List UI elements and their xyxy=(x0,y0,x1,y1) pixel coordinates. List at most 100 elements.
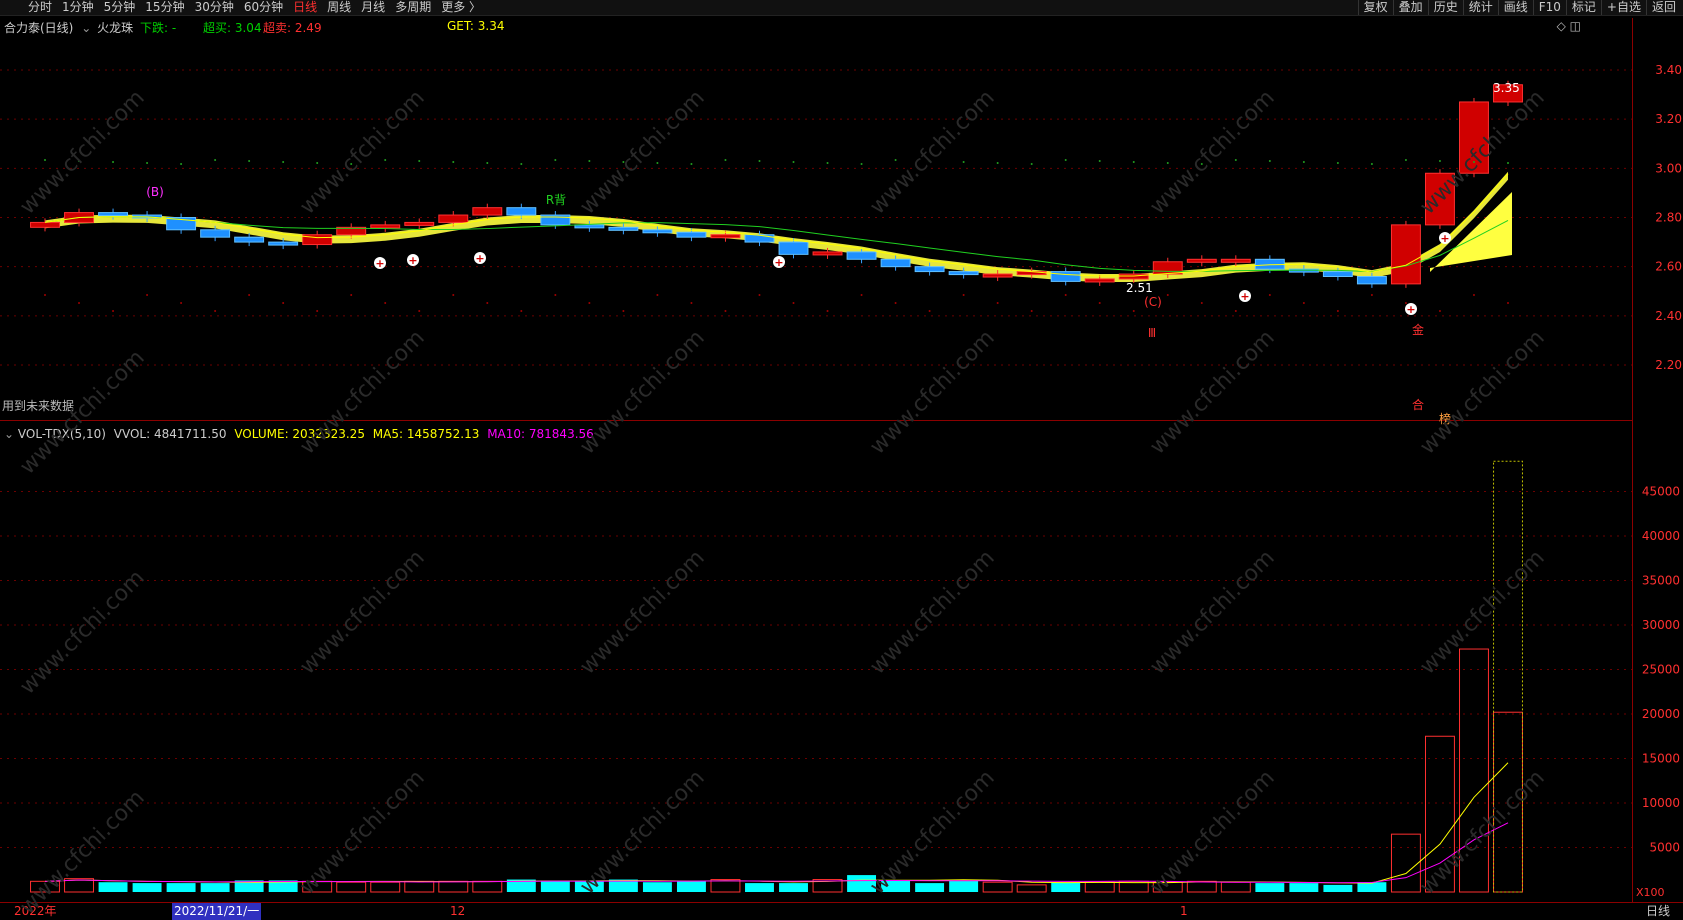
date-axis: 2022年 2022/11/21/一 12 1 日线 xyxy=(0,902,1683,920)
volume-bar xyxy=(200,883,230,892)
volume-bar xyxy=(676,881,706,892)
volume-tick-label: 10000 xyxy=(1642,796,1680,810)
volume-bar xyxy=(540,881,570,892)
candle-body xyxy=(846,251,877,260)
volume-bar xyxy=(1357,882,1387,892)
price-tick-label: 2.40 xyxy=(1655,309,1682,323)
candle-body xyxy=(948,271,979,276)
dot-marker xyxy=(1132,310,1135,312)
marker-iii: Ⅲ xyxy=(1148,326,1156,340)
dot-marker xyxy=(894,302,897,304)
volume-tick-label: 15000 xyxy=(1642,752,1680,766)
dot-marker xyxy=(1472,161,1475,163)
volume-bar xyxy=(472,880,503,893)
marker-jin: 金 xyxy=(1412,322,1424,337)
volume-tick-label: 35000 xyxy=(1642,574,1680,588)
candle-body xyxy=(200,229,231,238)
dot-marker xyxy=(180,302,183,304)
volume-bar xyxy=(779,883,808,892)
dot-marker xyxy=(214,310,217,312)
candle-body xyxy=(404,221,435,226)
dot-marker xyxy=(316,162,319,164)
dot-marker xyxy=(452,294,455,296)
candle-body xyxy=(1220,258,1251,263)
dot-marker xyxy=(1132,161,1135,163)
volume-tick-label: 40000 xyxy=(1642,529,1680,543)
period-label[interactable]: 日线 xyxy=(1646,903,1670,920)
dot-marker xyxy=(1336,162,1339,164)
dot-marker xyxy=(758,294,761,296)
volume-bar xyxy=(166,883,196,892)
dot-marker xyxy=(282,302,285,304)
chart-canvas[interactable]: 3.40 3.20 3.00 2.80 2.60 2.40 2.20 45000 40000 35… xyxy=(0,0,1683,919)
dot-marker xyxy=(588,302,591,304)
dot-marker xyxy=(146,162,149,164)
marker-c: (C) xyxy=(1144,295,1162,309)
dot-marker xyxy=(622,310,625,312)
dot-marker xyxy=(1268,160,1271,162)
candle-body xyxy=(1152,261,1183,275)
candle-body xyxy=(676,231,707,238)
date-label-jan: 1 xyxy=(1180,904,1188,918)
candle-body xyxy=(982,273,1013,278)
volume-bar xyxy=(1084,881,1115,893)
volume-bar xyxy=(1255,883,1285,892)
candle-body xyxy=(880,258,911,268)
candle-body xyxy=(370,224,401,229)
dot-marker xyxy=(554,159,557,161)
volume-bar xyxy=(915,883,945,892)
dot-marker xyxy=(724,310,727,312)
dot-marker xyxy=(1507,302,1509,304)
dot-marker xyxy=(826,162,829,164)
dot-marker xyxy=(418,310,421,312)
candle-body xyxy=(506,207,537,216)
dot-marker xyxy=(1472,294,1475,296)
volume-bar xyxy=(30,880,60,893)
dot-marker xyxy=(656,294,659,296)
dot-marker xyxy=(588,160,591,162)
candle-body xyxy=(608,226,639,231)
volume-bar xyxy=(1220,881,1251,893)
dot-marker xyxy=(1302,302,1305,304)
volume-bar xyxy=(574,881,604,892)
dot-marker xyxy=(1200,163,1203,165)
candle-body xyxy=(268,241,299,246)
volume-bar xyxy=(302,880,333,893)
volume-bar xyxy=(642,882,672,892)
plus-marker-text: + xyxy=(408,254,417,267)
candle-body xyxy=(744,234,775,243)
dot-marker xyxy=(78,160,81,162)
marker-r: R背 xyxy=(546,193,566,207)
volume-tick-label: 45000 xyxy=(1642,485,1680,499)
candle-body xyxy=(710,234,741,239)
marker-b: (B) xyxy=(146,185,164,199)
plus-marker-text: + xyxy=(1240,290,1249,303)
volume-bar xyxy=(336,881,367,893)
dot-marker xyxy=(962,294,965,296)
volume-unit: X100 xyxy=(1636,886,1665,899)
dot-marker xyxy=(282,161,285,163)
dot-marker xyxy=(1336,310,1339,312)
volume-tick-label: 20000 xyxy=(1642,707,1680,721)
dot-marker xyxy=(1200,302,1203,304)
plus-marker-text: + xyxy=(774,256,783,269)
candle-body xyxy=(1356,276,1387,285)
candle-body xyxy=(642,229,673,234)
volume-bar xyxy=(949,880,979,892)
volume-tick-label: 5000 xyxy=(1649,841,1680,855)
dot-marker xyxy=(1404,159,1407,161)
price-tick-label: 2.20 xyxy=(1655,358,1682,372)
candle-body xyxy=(574,224,605,229)
dot-marker xyxy=(690,163,693,165)
candle-body xyxy=(1084,278,1115,283)
candle-body xyxy=(438,214,469,223)
dot-marker xyxy=(996,162,999,164)
price-tick-label: 2.60 xyxy=(1655,260,1682,274)
dot-marker xyxy=(1302,161,1305,163)
plus-marker-text: + xyxy=(1440,232,1449,245)
dot-marker xyxy=(1507,162,1509,164)
volume-bar xyxy=(982,881,1013,893)
dot-marker xyxy=(1166,294,1169,296)
price-tick-label: 3.20 xyxy=(1655,112,1682,126)
dot-marker xyxy=(724,159,727,161)
